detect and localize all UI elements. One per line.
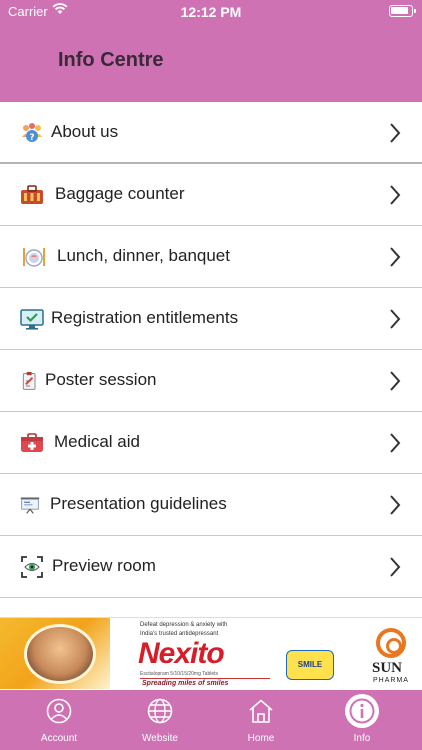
menu-item-baggage-counter[interactable]: Baggage counter (0, 164, 422, 226)
battery-icon (389, 5, 416, 17)
chevron-right-icon (390, 433, 401, 453)
menu-item-label: Presentation guidelines (50, 494, 227, 513)
ad-brand-subtitle: Escitalopram 5/10/15/20mg Tablets (140, 671, 219, 677)
ad-company-name: SUN (372, 660, 403, 676)
chevron-right-icon (390, 557, 401, 577)
menu-item-registration-entitlements[interactable]: Registration entitlements (0, 288, 422, 350)
info-icon (349, 698, 375, 724)
ad-company-subtitle: PHARMA (373, 677, 409, 684)
tab-label: Account (40, 733, 78, 744)
menu-item-label: About us (51, 122, 119, 141)
user-circle-icon (46, 698, 72, 724)
tab-info[interactable]: Info (312, 690, 412, 750)
app-header: Carrier 12:12 PM Info Centre (0, 0, 422, 102)
page-title: Info Centre (58, 49, 164, 71)
status-bar: Carrier 12:12 PM (0, 0, 422, 22)
menu-item-about-us[interactable]: ? About us (0, 102, 422, 164)
ad-photo (0, 618, 110, 689)
globe-icon (147, 698, 173, 724)
people-icon: ? (22, 123, 42, 143)
chevron-right-icon (390, 371, 401, 391)
ad-smile-badge: SMILE INDIA (286, 650, 334, 689)
chevron-right-icon (390, 185, 401, 205)
clipboard-icon (22, 371, 36, 390)
ad-person-image (24, 624, 96, 684)
menu-item-label: Poster session (45, 370, 157, 389)
luggage-icon (21, 185, 43, 204)
ad-divider (140, 678, 270, 679)
dining-icon (23, 248, 45, 267)
tab-home[interactable]: Home (211, 690, 311, 750)
status-time: 12:12 PM (180, 4, 242, 20)
menu-item-lunch-dinner-banquet[interactable]: Lunch, dinner, banquet (0, 226, 422, 288)
chevron-right-icon (390, 495, 401, 515)
ad-brand-name: Nexito (138, 637, 225, 670)
menu-item-medical-aid[interactable]: Medical aid (0, 412, 422, 474)
menu-item-label: Lunch, dinner, banquet (57, 246, 230, 265)
sun-pharma-logo-icon (376, 628, 406, 658)
ad-tagline: Defeat depression & anxiety with (140, 622, 228, 628)
tab-website[interactable]: Website (110, 690, 210, 750)
tab-label: Website (142, 733, 178, 744)
home-icon (249, 699, 273, 723)
svg-text:?: ? (29, 133, 34, 143)
menu-item-preview-room[interactable]: Preview room (0, 536, 422, 598)
chevron-right-icon (390, 123, 401, 143)
focus-eye-icon (21, 556, 43, 578)
tab-label: Home (247, 733, 275, 744)
menu-item-label: Registration entitlements (51, 308, 239, 327)
bottom-tab-bar: Account Website Home Info (0, 690, 422, 750)
ad-slogan: Spreading miles of smiles (142, 680, 229, 687)
ad-banner[interactable]: Defeat depression & anxiety with India's… (0, 617, 422, 689)
menu-item-label: Medical aid (54, 432, 140, 451)
menu-item-poster-session[interactable]: Poster session (0, 350, 422, 412)
tab-account[interactable]: Account (9, 690, 109, 750)
info-menu-list: ? About us Baggage counter Lunch, dinner… (0, 102, 422, 598)
projector-icon (20, 497, 40, 514)
chevron-right-icon (390, 247, 401, 267)
monitor-check-icon (20, 309, 44, 330)
menu-item-label: Baggage counter (55, 184, 185, 203)
menu-item-presentation-guidelines[interactable]: Presentation guidelines (0, 474, 422, 536)
tab-label: Info (353, 733, 371, 744)
first-aid-icon (21, 433, 43, 452)
menu-item-label: Preview room (52, 556, 156, 575)
chevron-right-icon (390, 309, 401, 329)
